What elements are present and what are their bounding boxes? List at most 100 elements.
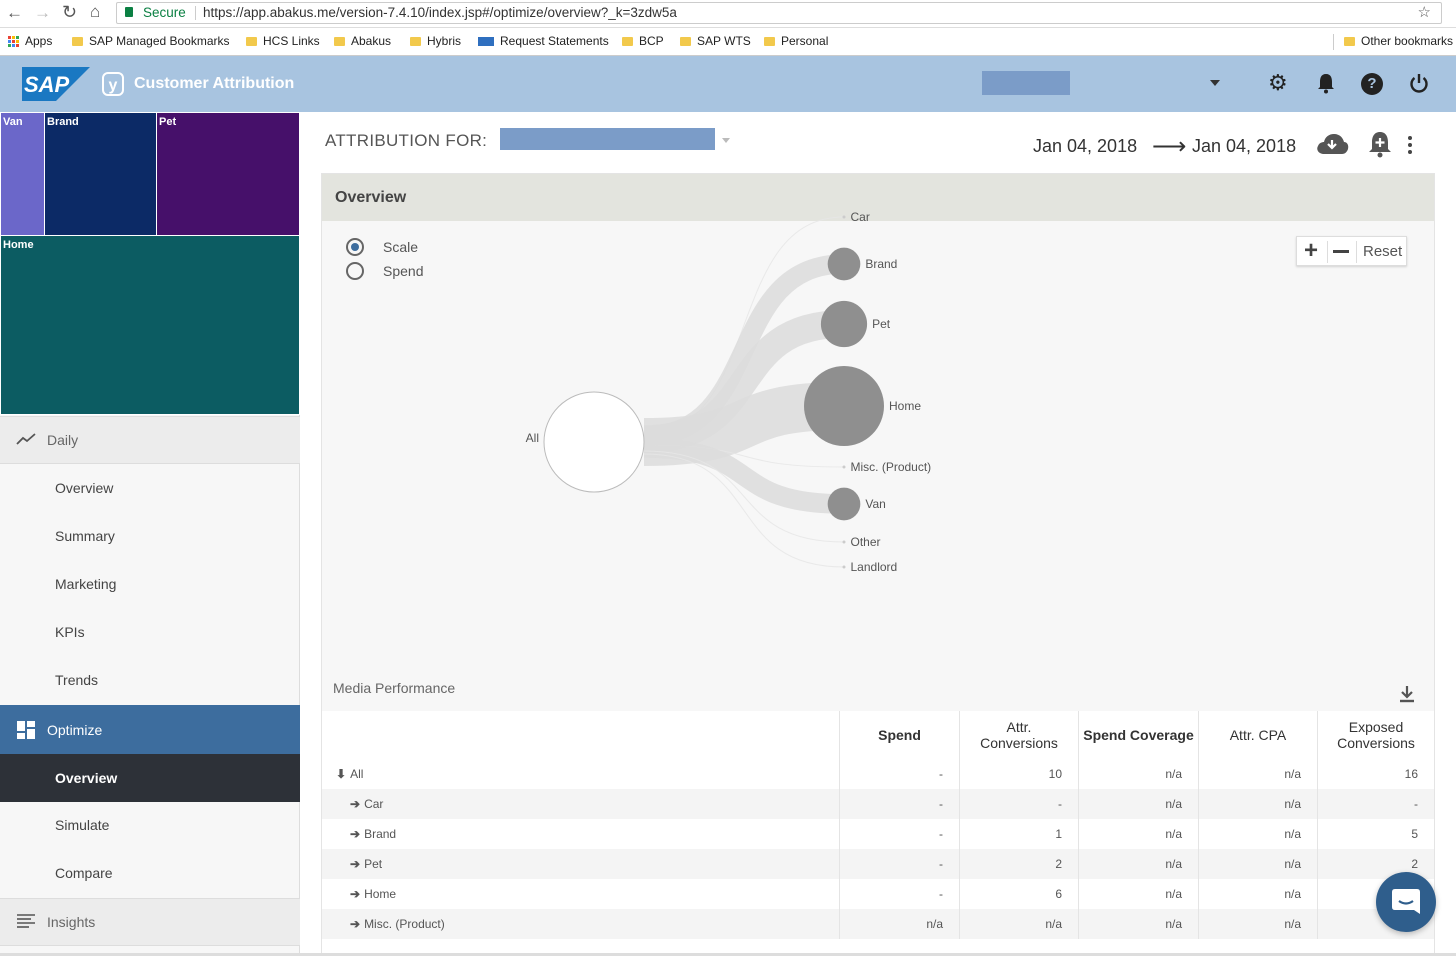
media-performance-title: Media Performance (333, 680, 456, 696)
col-attr-cpa[interactable]: Attr. CPA (1198, 711, 1317, 759)
url-text[interactable]: https://app.abakus.me/version-7.4.10/ind… (203, 3, 677, 23)
cloud-download-icon[interactable] (1315, 132, 1349, 161)
col-attr-conversions[interactable]: Attr. Conversions (959, 711, 1078, 759)
nav-section-daily[interactable]: Daily (0, 416, 300, 464)
bookmark-hcs-links[interactable]: HCS Links (246, 34, 320, 48)
column-header-label: Spend (878, 727, 921, 743)
arrow-right-icon[interactable]: ➔ (350, 827, 360, 841)
bookmark-star-icon[interactable]: ☆ (1418, 3, 1431, 23)
bookmark-other[interactable]: Other bookmarks (1344, 34, 1453, 48)
bookmark-sap-wts[interactable]: SAP WTS (680, 34, 751, 48)
treemap-cell-home[interactable]: Home (0, 235, 300, 415)
bookmark-abakus[interactable]: Abakus (334, 34, 391, 48)
tree-node[interactable] (842, 215, 846, 219)
more-vert-icon[interactable] (1408, 136, 1413, 154)
user-account-redacted[interactable] (982, 71, 1070, 95)
arrow-right-icon[interactable]: ➔ (350, 887, 360, 901)
account-dropdown-icon[interactable] (1210, 80, 1220, 86)
forward-icon[interactable]: → (34, 3, 51, 23)
date-to[interactable]: Jan 04, 2018 (1192, 136, 1296, 157)
table-cell-spend: - (839, 849, 959, 879)
bookmark-request-statements[interactable]: Request Statements (478, 34, 609, 48)
nav-daily-overview[interactable]: Overview (0, 464, 300, 512)
bookmark-apps[interactable]: Apps (8, 34, 52, 48)
bell-icon[interactable] (1316, 72, 1336, 99)
nav-section-insights[interactable]: Insights (0, 898, 300, 946)
col-spend[interactable]: Spend (839, 711, 959, 759)
table-cell-exp: 5 (1317, 819, 1434, 849)
arrow-right-icon[interactable]: ➔ (350, 917, 360, 931)
product-icon: y (102, 72, 124, 96)
table-row[interactable]: ➔ Pet -2 n/a n/a 2 (322, 849, 1434, 879)
table-row[interactable]: ➔ Car - - n/a n/a - (322, 789, 1434, 819)
secure-label: Secure (143, 5, 186, 20)
address-bar[interactable]: Secure https://app.abakus.me/version-7.4… (116, 2, 1442, 24)
attribution-select[interactable] (500, 128, 715, 150)
bookmarks-divider (1333, 34, 1334, 50)
arrow-down-icon[interactable]: ⬇ (336, 767, 346, 781)
gear-icon[interactable]: ⚙ (1268, 70, 1288, 96)
nav-section-optimize[interactable]: Optimize (0, 705, 300, 754)
add-alert-icon[interactable] (1368, 130, 1392, 163)
address-divider (195, 6, 196, 20)
app-header: SAP y Customer Attribution ⚙ ? (0, 56, 1456, 112)
folder-icon (764, 36, 775, 46)
tree-node[interactable] (820, 300, 868, 348)
dashboard-icon (17, 720, 37, 739)
tree-node[interactable] (842, 465, 846, 469)
date-from[interactable]: Jan 04, 2018 (1033, 136, 1137, 157)
main-content: ATTRIBUTION FOR: Jan 04, 2018 ⟶ Jan 04, … (320, 112, 1456, 957)
trending-up-icon (16, 432, 38, 448)
bookmarks-bar: Apps SAP Managed Bookmarks HCS Links Aba… (0, 28, 1456, 56)
root-node[interactable] (543, 391, 645, 493)
power-icon[interactable] (1408, 72, 1430, 99)
attribution-dropdown-icon[interactable] (722, 138, 730, 143)
col-spend-coverage[interactable]: Spend Coverage (1078, 711, 1198, 759)
chat-launcher-button[interactable] (1376, 872, 1436, 932)
arrow-right-icon[interactable]: ➔ (350, 797, 360, 811)
table-row[interactable]: ➔ Brand -1 n/a n/a 5 (322, 819, 1434, 849)
media-table: Spend Attr. Conversions Spend Coverage A… (322, 711, 1434, 957)
nav-daily-summary[interactable]: Summary (0, 512, 300, 560)
home-icon[interactable]: ⌂ (90, 2, 100, 22)
tree-node-label: Other (851, 535, 881, 549)
nav-optimize-compare[interactable]: Compare (0, 849, 300, 897)
table-row[interactable]: ➔ Home -6 n/a n/a (322, 879, 1434, 909)
folder-icon (246, 36, 257, 46)
tree-node[interactable] (827, 247, 861, 281)
bookmark-personal[interactable]: Personal (764, 34, 828, 48)
nav-daily-kpis[interactable]: KPIs (0, 608, 300, 656)
download-icon[interactable] (1399, 685, 1415, 708)
arrow-right-icon[interactable]: ➔ (350, 857, 360, 871)
tree-node[interactable] (827, 487, 861, 521)
bookmark-sap-managed[interactable]: SAP Managed Bookmarks (72, 34, 230, 48)
bookmark-hybris[interactable]: Hybris (410, 34, 461, 48)
sap-logo[interactable]: SAP (22, 67, 90, 101)
table-row[interactable]: ➔ Misc. (Product) n/a n/a n/a n/a (322, 909, 1434, 939)
row-name-label: Car (364, 797, 384, 811)
col-exposed-conversions[interactable]: Exposed Conversions (1317, 711, 1434, 759)
treemap-cell-brand[interactable]: Brand (44, 112, 157, 236)
browser-toolbar: ← → ↻ ⌂ Secure https://app.abakus.me/ver… (0, 0, 1456, 28)
bookmark-bcp[interactable]: BCP (622, 34, 664, 48)
tree-node-label: Misc. (Product) (851, 460, 932, 474)
nav-optimize-overview[interactable]: Overview (0, 754, 300, 802)
reload-icon[interactable]: ↻ (62, 2, 77, 23)
tree-node[interactable] (842, 540, 846, 544)
bookmark-label: HCS Links (263, 34, 320, 48)
table-cell-exp: - (1317, 789, 1434, 819)
treemap-cell-van[interactable]: Van (0, 112, 45, 236)
table-cell-conv: n/a (959, 909, 1078, 939)
tree-node[interactable] (842, 565, 846, 569)
help-icon[interactable]: ? (1361, 73, 1383, 95)
tree-node[interactable] (804, 366, 884, 446)
back-icon[interactable]: ← (6, 3, 23, 23)
treemap-cell-pet[interactable]: Pet (156, 112, 300, 236)
nav-daily-trends[interactable]: Trends (0, 656, 300, 704)
table-row[interactable]: ⬇ All -10 n/a n/a 16 (322, 759, 1434, 789)
nav-optimize-simulate[interactable]: Simulate (0, 801, 300, 849)
nav-daily-marketing[interactable]: Marketing (0, 560, 300, 608)
table-cell-cpa: n/a (1198, 819, 1317, 849)
row-name-label: All (350, 767, 364, 781)
row-name-label: Pet (364, 857, 383, 871)
